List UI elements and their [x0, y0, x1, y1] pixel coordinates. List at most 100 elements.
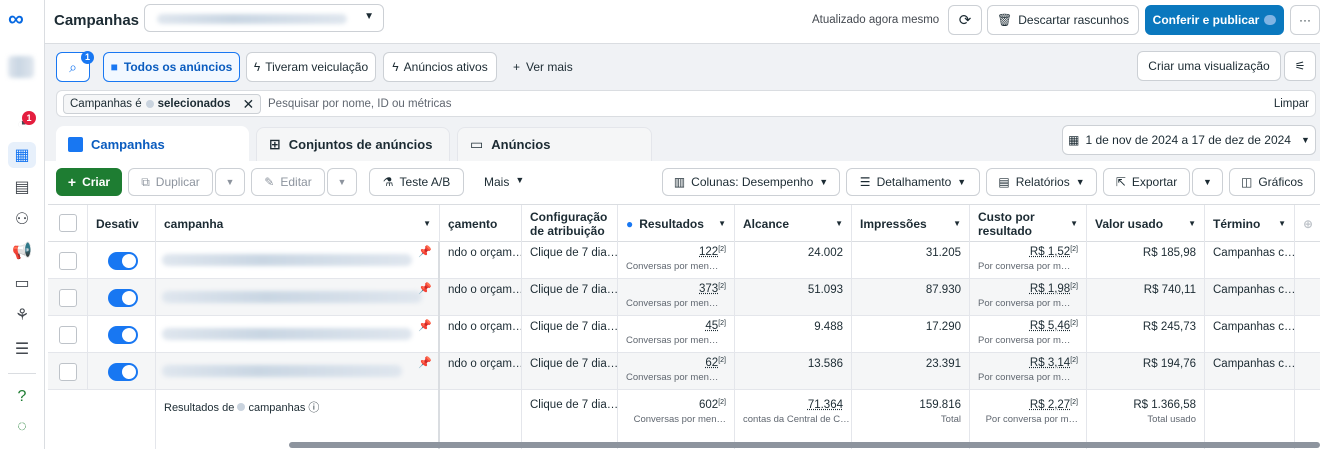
select-all-checkbox[interactable] — [59, 214, 77, 232]
table-row[interactable]: 📌 ndo o orçam… Clique de 7 dia… 122[2] Conve… — [48, 242, 1320, 279]
breakdown-button[interactable]: ☰ Detalhamento ▼ — [846, 168, 980, 196]
billing-icon[interactable]: ▭ — [8, 270, 36, 296]
campaign-name-cell[interactable]: 📌 — [156, 353, 440, 390]
columns-button[interactable]: ▥ Colunas: Desempenho ▼ — [662, 168, 840, 196]
header-cost[interactable]: Custo por resultado ▼ — [970, 205, 1087, 242]
tab-ads[interactable]: ▭ Anúncios — [457, 127, 652, 161]
ads-icon[interactable]: 📢 — [8, 238, 36, 264]
edit-dropdown[interactable]: ▼ — [327, 168, 357, 196]
duplicate-dropdown[interactable]: ▼ — [215, 168, 245, 196]
campaign-toggle[interactable] — [108, 363, 138, 381]
discard-drafts-button[interactable]: 🗑 Descartar rascunhos — [987, 5, 1139, 35]
header-reach[interactable]: Alcance ▼ — [735, 205, 852, 242]
table-row[interactable]: 📌 ndo o orçam… Clique de 7 dia… 62[2] Conver… — [48, 353, 1320, 390]
campaign-toggle[interactable] — [108, 326, 138, 344]
search-bar[interactable]: Campanhas é selecionados ✕ Pesquisar por… — [56, 90, 1316, 117]
pin-icon[interactable]: 📌 — [418, 319, 432, 332]
duplicate-button[interactable]: ⧉ Duplicar — [128, 168, 213, 196]
row-checkbox[interactable] — [59, 289, 77, 307]
ab-test-button[interactable]: ⚗ Teste A/B — [369, 168, 464, 196]
all-ads-filter[interactable]: ■ Todos os anúncios — [103, 52, 240, 82]
business-icon[interactable]: ⚘ — [8, 302, 36, 328]
campaign-name-blur — [162, 291, 422, 303]
summary-reach-sub: contas da Central de C… — [743, 414, 850, 425]
tab-campaigns[interactable]: Campanhas — [56, 126, 249, 162]
summary-cost-value: R$ 2,27 — [1029, 399, 1071, 411]
row-checkbox[interactable] — [59, 363, 77, 381]
pin-icon[interactable]: 📌 — [418, 282, 432, 295]
header-impressions[interactable]: Impressões ▼ — [852, 205, 970, 242]
spent-cell: R$ 740,11 — [1087, 279, 1205, 316]
export-button[interactable]: ⇱ Exportar — [1103, 168, 1190, 196]
caret-down-icon: ▼ — [1203, 177, 1212, 187]
info-icon: [2] — [718, 283, 726, 290]
header-campaign[interactable]: campanha ▼ — [156, 205, 440, 242]
charts-button[interactable]: ◫ Gráficos — [1229, 168, 1315, 196]
campaigns-table-icon[interactable]: ▦ — [8, 142, 36, 168]
account-avatar[interactable] — [8, 56, 34, 78]
export-dropdown[interactable]: ▼ — [1192, 168, 1223, 196]
header-end[interactable]: Término ▼ — [1205, 205, 1295, 242]
header-results[interactable]: ● Resultados ▼ — [618, 205, 735, 242]
tab-adsets[interactable]: ⊞ Conjuntos de anúncios — [256, 127, 450, 161]
campaign-name-cell[interactable]: 📌 — [156, 279, 440, 316]
folder-icon: ■ — [110, 60, 118, 74]
campaign-name-blur — [162, 365, 402, 377]
caret-down-icon: ▼ — [953, 218, 961, 228]
row-select-cell — [48, 316, 88, 353]
view-settings-button[interactable]: ⚟ — [1284, 51, 1316, 81]
campaign-toggle[interactable] — [108, 252, 138, 270]
edit-button[interactable]: ✎ Editar — [251, 168, 325, 196]
caret-down-icon: ▼ — [225, 177, 235, 187]
pin-icon[interactable]: 📌 — [418, 245, 432, 258]
review-publish-button[interactable]: Conferir e publicar — [1145, 5, 1284, 35]
campaign-name-cell[interactable]: 📌 — [156, 242, 440, 279]
info-icon: [2] — [1070, 357, 1078, 364]
header-budget[interactable]: çamento — [440, 205, 522, 242]
pin-icon[interactable]: 📌 — [418, 356, 432, 369]
feedback-icon[interactable]: ◌ — [8, 414, 36, 440]
add-column-header[interactable]: ⊕ — [1295, 205, 1320, 242]
create-view-label: Criar uma visualização — [1148, 59, 1270, 73]
create-view-button[interactable]: Criar uma visualização — [1137, 51, 1281, 81]
results-value: 45 — [705, 320, 719, 332]
header-off[interactable]: Desativ — [88, 205, 156, 242]
refresh-button[interactable]: ⟳ — [948, 5, 982, 35]
header-attribution[interactable]: Configuração de atribuição — [522, 205, 618, 242]
help-icon[interactable]: ? — [8, 384, 36, 410]
attribution-cell: Clique de 7 dia… — [522, 316, 618, 353]
campaign-selector[interactable]: ▼ — [144, 4, 384, 32]
see-more-filters[interactable]: + Ver mais — [513, 60, 573, 74]
active-ads-filter[interactable]: ϟ Anúncios ativos — [383, 52, 497, 82]
clear-filters-link[interactable]: Limpar — [1274, 98, 1309, 110]
row-checkbox[interactable] — [59, 252, 77, 270]
create-button[interactable]: + Criar — [56, 168, 122, 196]
horizontal-scrollbar[interactable] — [289, 442, 1320, 448]
summary-results-value: 602 — [699, 399, 719, 411]
results-value: 373 — [699, 283, 719, 295]
create-label: Criar — [82, 175, 111, 189]
reports-button[interactable]: ▤ Relatórios ▼ — [986, 168, 1097, 196]
meta-logo[interactable]: ∞ — [8, 8, 38, 30]
header-spent[interactable]: Valor usado ▼ — [1087, 205, 1205, 242]
more-actions-button[interactable]: Mais ▼ — [484, 175, 524, 189]
campaign-name-cell[interactable]: 📌 — [156, 316, 440, 353]
table-row[interactable]: 📌 ndo o orçam… Clique de 7 dia… 45[2] Conver… — [48, 316, 1320, 353]
lightning-icon: ϟ — [392, 60, 399, 74]
more-options-button[interactable]: ··· — [1290, 5, 1320, 35]
row-toggle-cell — [88, 242, 156, 279]
cost-sub: Por conversa por m… — [978, 298, 1071, 309]
had-delivery-filter[interactable]: ϟ Tiveram veiculação — [246, 52, 376, 82]
filter-chip[interactable]: Campanhas é selecionados ✕ — [63, 94, 262, 114]
campaign-toggle[interactable] — [108, 289, 138, 307]
menu-icon[interactable]: ☰ — [8, 336, 36, 362]
summary-results-sub: Conversas por men… — [633, 414, 726, 425]
row-checkbox[interactable] — [59, 326, 77, 344]
pages-icon[interactable]: ▤ — [8, 174, 36, 200]
date-range-picker[interactable]: ▦ 1 de nov de 2024 a 17 de dez de 2024 ▼ — [1062, 125, 1316, 155]
info-icon: [2] — [718, 320, 726, 327]
audiences-icon[interactable]: ⚇ — [8, 206, 36, 232]
remove-filter-icon[interactable]: ✕ — [242, 96, 254, 113]
table-row[interactable]: 📌 ndo o orçam… Clique de 7 dia… 373[2] Conve… — [48, 279, 1320, 316]
search-input[interactable]: Pesquisar por nome, ID ou métricas — [268, 98, 451, 110]
